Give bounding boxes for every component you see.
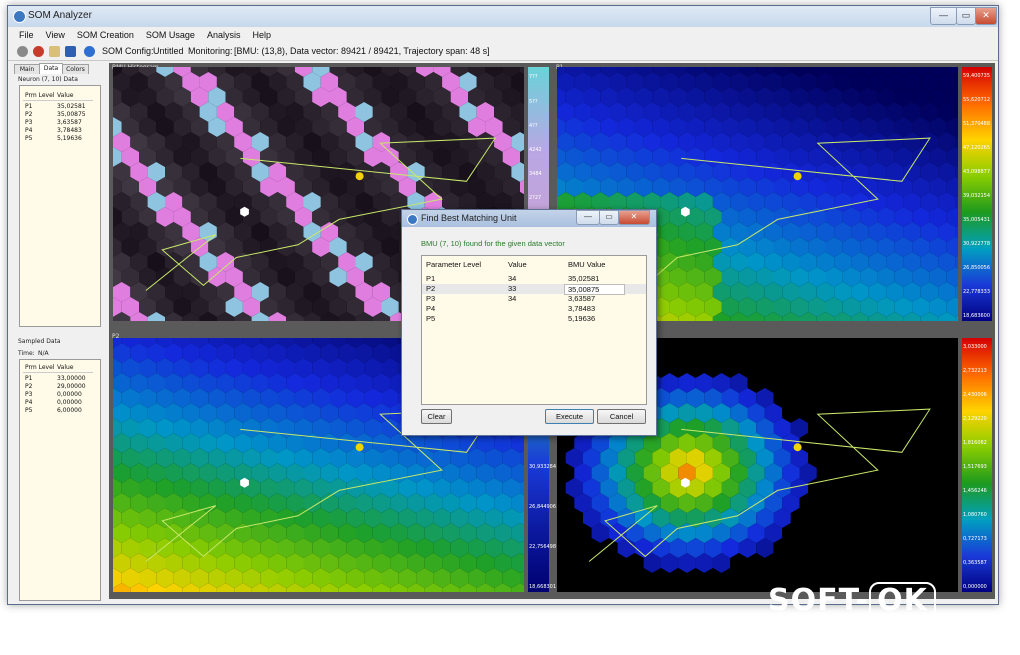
scale-tick-label: 18,683600: [963, 313, 991, 319]
scale-tick-label: 1,456246: [963, 488, 987, 494]
main-window: SOM Analyzer — ▭ ✕ File View SOM Creation S…: [7, 5, 999, 605]
table-row[interactable]: P3 34 3,63587: [422, 294, 646, 304]
dialog-title-bar[interactable]: Find Best Matching Unit — ▭ ✕: [402, 210, 656, 227]
color-scale-p1: 59,400735 55,620712 51,370488 47,120265 43,0…: [962, 67, 992, 321]
table-row[interactable]: P4 3,78483: [23, 127, 93, 135]
toolbar: SOM Config: Untitled Monitoring: [BMU: (…: [8, 43, 998, 61]
scale-tick-label: 35,005431: [963, 217, 991, 223]
open-folder-icon[interactable]: [49, 46, 60, 57]
monitoring-value: [BMU: (13,8), Data vector: 89421 / 89421…: [234, 46, 490, 56]
table-row[interactable]: P5 5,19636: [422, 314, 646, 324]
table-row[interactable]: P5 6,00000: [23, 407, 93, 415]
menu-bar: File View SOM Creation SOM Usage Analysis Hel…: [8, 27, 998, 43]
bmu-marker: [355, 172, 364, 181]
help-icon[interactable]: [84, 46, 95, 57]
table-header: Prm Level Value: [23, 92, 93, 101]
find-bmu-dialog: Find Best Matching Unit — ▭ ✕ BMU (7, 10…: [401, 209, 657, 436]
sampled-data-caption: Sampled Data: [18, 338, 61, 345]
minimize-button[interactable]: —: [930, 7, 957, 25]
table-row[interactable]: P5 5,19636: [23, 135, 93, 143]
dialog-message: BMU (7, 10) found for the given data vec…: [421, 239, 565, 248]
table-row[interactable]: P4 3,78483: [422, 304, 646, 314]
dialog-maximize-button[interactable]: ▭: [599, 210, 619, 225]
tab-data[interactable]: Data: [39, 63, 63, 74]
scale-tick-label: 2,430006: [963, 392, 987, 398]
scale-tick-label: 3,033000: [963, 344, 987, 350]
menu-file[interactable]: File: [13, 27, 40, 43]
scale-tick-label: 1,080760: [963, 512, 987, 518]
tab-colors[interactable]: Colors: [62, 64, 89, 74]
scale-tick-label: 55,620712: [963, 97, 991, 103]
maximize-button[interactable]: ▭: [956, 7, 976, 25]
color-scale-p4: 3,033000 2,732213 2,430006 2,129220 1,816082…: [962, 338, 992, 592]
scale-tick-label: 1,816082: [963, 440, 987, 446]
bmu-marker: [355, 443, 364, 452]
title-bar[interactable]: SOM Analyzer — ▭ ✕: [8, 6, 998, 27]
watermark-logo: SOFT- OK.NET: [768, 582, 1013, 655]
table-row[interactable]: P1 34 35,02581: [422, 274, 646, 284]
scale-tick-label: 39,032154: [963, 193, 991, 199]
bmu-marker: [793, 172, 802, 181]
scale-tick-label: 30,933284: [529, 464, 557, 470]
config-label: SOM Config:: [102, 46, 154, 56]
table-row[interactable]: P2 35,00875: [23, 111, 93, 119]
app-icon: [13, 10, 26, 23]
window-title: SOM Analyzer: [28, 10, 92, 21]
monitoring-label: Monitoring:: [188, 46, 233, 56]
sampled-data-table: Prm Level Value P1 33,00000 P2 29,00000 …: [19, 359, 101, 601]
menu-som-usage[interactable]: SOM Usage: [140, 27, 201, 43]
bmu-marker: [793, 443, 802, 452]
neuron-data-caption: Neuron (7, 10) Data: [18, 76, 78, 83]
scale-tick-label: 43,098877: [963, 169, 991, 175]
scale-tick-label: 22,756498: [529, 544, 557, 550]
table-row[interactable]: P1 35,02581: [23, 103, 93, 111]
menu-som-creation[interactable]: SOM Creation: [71, 27, 140, 43]
menu-analysis[interactable]: Analysis: [201, 27, 247, 43]
cancel-button[interactable]: Cancel: [597, 409, 646, 424]
bmu-result-table: Parameter Level Value BMU Value P1 34 35…: [421, 255, 647, 405]
table-row[interactable]: P4 0,00000: [23, 399, 93, 407]
scale-tick-label: 47,120265: [963, 145, 991, 151]
scale-tick-label: 18,668301: [529, 584, 557, 590]
table-row[interactable]: P1 33,00000: [23, 375, 93, 383]
tab-main[interactable]: Main: [14, 64, 40, 74]
bug-icon[interactable]: [33, 46, 44, 57]
scale-tick-label: 0,363587: [963, 560, 987, 566]
menu-help[interactable]: Help: [246, 27, 277, 43]
dialog-close-button[interactable]: ✕: [618, 210, 650, 225]
scale-tick-label: 51,370488: [963, 121, 991, 127]
scale-tick-label: 2,129220: [963, 416, 987, 422]
scale-tick-label: 22,778333: [963, 289, 991, 295]
scale-tick-label: 26,844906: [529, 504, 557, 510]
table-header: Parameter Level Value BMU Value: [426, 260, 606, 269]
time-label: Time:: [18, 350, 35, 357]
dialog-icon: [407, 214, 418, 225]
dialog-minimize-button[interactable]: —: [576, 210, 600, 225]
table-row[interactable]: P3 3,63587: [23, 119, 93, 127]
table-row[interactable]: P2 29,00000: [23, 383, 93, 391]
scale-tick-label: 59,400735: [963, 73, 991, 79]
save-icon[interactable]: [65, 46, 76, 57]
time-value: N/A: [38, 350, 49, 357]
table-row-selected[interactable]: P2 33 35,00875: [422, 284, 646, 295]
scale-tick-label: 26,850056: [963, 265, 991, 271]
menu-view[interactable]: View: [40, 27, 71, 43]
table-row[interactable]: P3 0,00000: [23, 391, 93, 399]
gear-icon[interactable]: [17, 46, 28, 57]
config-value: Untitled: [153, 46, 184, 56]
scale-tick-label: 30,922778: [963, 241, 991, 247]
left-panel: Main Data Colors Neuron (7, 10) Data Prm…: [12, 63, 107, 601]
scale-tick-label: 2,732213: [963, 368, 987, 374]
neuron-data-table: Prm Level Value P1 35,02581 P2 35,00875 …: [19, 85, 101, 327]
clear-button[interactable]: Clear: [421, 409, 452, 424]
dialog-title: Find Best Matching Unit: [421, 213, 517, 223]
table-header: Prm Level Value: [23, 364, 93, 373]
execute-button[interactable]: Execute: [545, 409, 594, 424]
scale-tick-label: 0,727173: [963, 536, 987, 542]
scale-tick-label: 1,517693: [963, 464, 987, 470]
close-button[interactable]: ✕: [975, 7, 997, 25]
